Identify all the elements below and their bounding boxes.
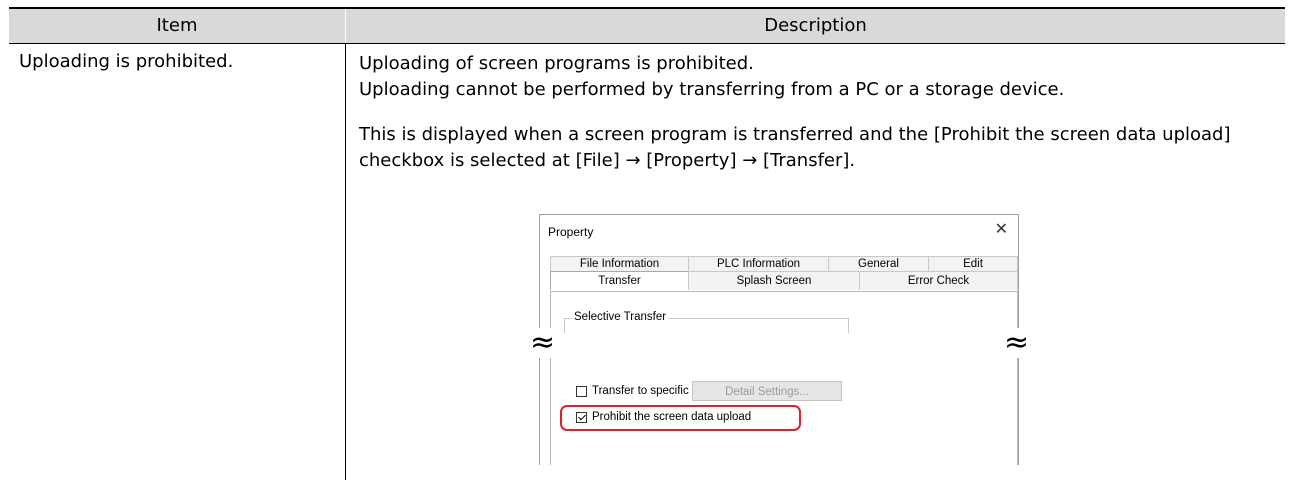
header-description: Description — [764, 15, 867, 36]
tab-splash-screen[interactable]: Splash Screen — [688, 271, 860, 290]
specific-unit-checkbox[interactable] — [576, 385, 587, 397]
tab-file-information[interactable]: File Information — [550, 256, 689, 272]
description-line: checkbox is selected at [File] → [Proper… — [359, 150, 856, 171]
description-line: This is displayed when a screen program … — [359, 124, 1231, 145]
group-label: Selective Transfer — [572, 311, 669, 323]
break-mark-left: ≈ — [530, 325, 556, 360]
break-mark-right: ≈ — [1004, 325, 1030, 360]
tab-general[interactable]: General — [828, 256, 929, 272]
description-line: Uploading cannot be performed by transfe… — [359, 79, 1065, 100]
tab-edit[interactable]: Edit — [928, 256, 1018, 272]
column-divider — [345, 44, 346, 480]
highlight-frame — [560, 405, 801, 431]
header-item: Item — [156, 15, 198, 36]
tab-transfer[interactable]: Transfer — [550, 271, 689, 290]
header-bottom-rule — [9, 43, 1285, 44]
description-cell: Uploading of screen programs is prohibit… — [359, 51, 1279, 174]
item-cell: Uploading is prohibited. — [19, 51, 234, 72]
close-icon[interactable]: ✕ — [995, 219, 1008, 239]
tab-plc-information[interactable]: PLC Information — [688, 256, 829, 272]
property-dialog: Property ✕ File Information PLC Informat… — [539, 214, 1019, 465]
detail-settings-button[interactable]: Detail Settings... — [692, 381, 842, 401]
tab-error-check[interactable]: Error Check — [859, 271, 1018, 290]
description-line: Uploading of screen programs is prohibit… — [359, 53, 754, 74]
dialog-title: Property — [548, 225, 594, 239]
